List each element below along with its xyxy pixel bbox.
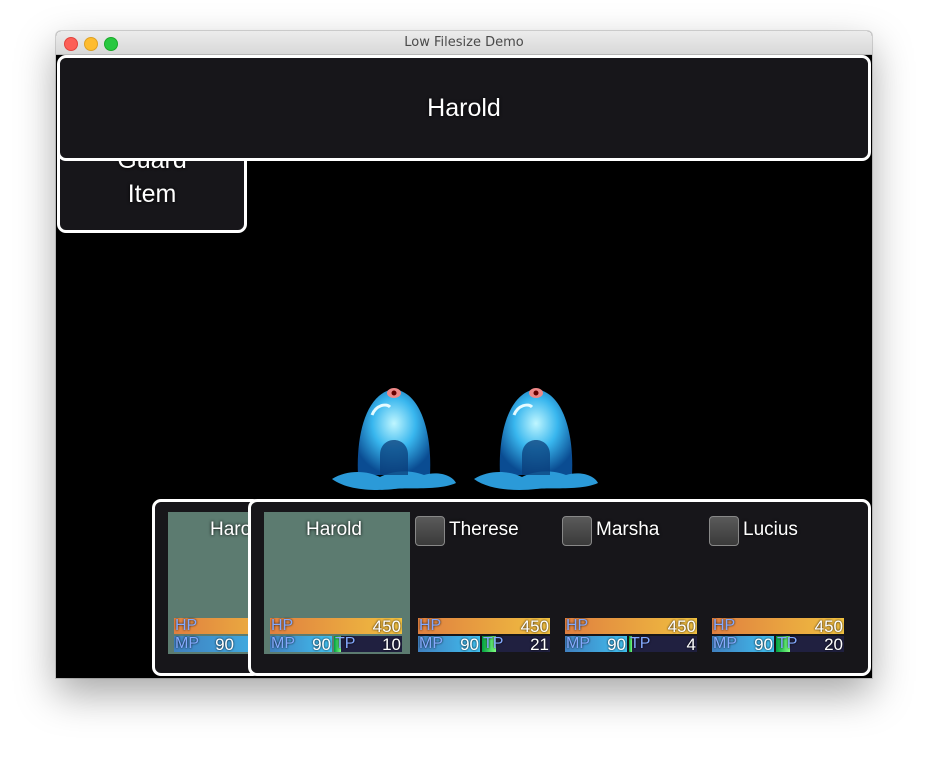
tp-label: TP bbox=[630, 635, 651, 652]
hp-gauge: HP 450 bbox=[418, 617, 550, 636]
tp-gauge: TP 10 bbox=[334, 635, 402, 654]
window-title: Low Filesize Demo bbox=[404, 35, 524, 50]
mp-label: MP bbox=[419, 635, 443, 652]
back-hp-label: HP bbox=[175, 617, 198, 634]
game-window: Low Filesize Demo Harold Guard Item bbox=[56, 31, 872, 678]
tp-value: 4 bbox=[686, 635, 696, 654]
actor-name: Therese bbox=[449, 519, 519, 540]
hp-gauge: HP 450 bbox=[270, 617, 402, 636]
mp-label: MP bbox=[713, 635, 737, 652]
actor-name: Marsha bbox=[596, 519, 660, 540]
actor-name: Lucius bbox=[743, 519, 798, 540]
tp-gauge: TP 21 bbox=[482, 635, 550, 654]
back-mp-value: 90 bbox=[215, 635, 234, 654]
mp-value: 90 bbox=[607, 635, 626, 654]
party-status-window-back: Haro HP MP 90 bbox=[152, 499, 314, 676]
tp-gauge: TP 20 bbox=[776, 635, 844, 654]
hp-value: 450 bbox=[667, 617, 696, 636]
actor-status-lucius[interactable]: Lucius HP 450 MP 90 TP 20 bbox=[706, 512, 846, 657]
mp-gauge: MP 90 bbox=[418, 635, 480, 654]
hp-label: HP bbox=[713, 617, 736, 634]
tp-gauge: TP 4 bbox=[629, 635, 697, 654]
mp-label: MP bbox=[271, 635, 295, 652]
tp-value: 21 bbox=[530, 635, 549, 654]
back-mp-label: MP bbox=[175, 635, 199, 652]
mp-value: 90 bbox=[754, 635, 773, 654]
slime-enemy-2[interactable] bbox=[470, 375, 602, 491]
mp-gauge: MP 90 bbox=[270, 635, 332, 654]
hp-value: 450 bbox=[520, 617, 549, 636]
actor-status-therese[interactable]: Therese HP 450 MP 90 TP 21 bbox=[412, 512, 552, 657]
mp-value: 90 bbox=[312, 635, 331, 654]
actor-face bbox=[562, 516, 592, 546]
tp-label: TP bbox=[483, 635, 504, 652]
tp-label: TP bbox=[335, 635, 356, 652]
hp-label: HP bbox=[566, 617, 589, 634]
hp-label: HP bbox=[271, 617, 294, 634]
mp-label: MP bbox=[566, 635, 590, 652]
slime-enemy-1[interactable] bbox=[328, 375, 460, 491]
title-bar: Low Filesize Demo bbox=[56, 31, 872, 55]
mp-value: 90 bbox=[460, 635, 479, 654]
party-status-window: Harold HP 450 MP 90 TP 10 Therese HP 450… bbox=[248, 499, 871, 676]
hp-gauge: HP 450 bbox=[712, 617, 844, 636]
actor-status-marsha[interactable]: Marsha HP 450 MP 90 TP 4 bbox=[559, 512, 699, 657]
actor-face bbox=[709, 516, 739, 546]
tp-label: TP bbox=[777, 635, 798, 652]
tp-value: 10 bbox=[382, 635, 401, 654]
hp-gauge: HP 450 bbox=[565, 617, 697, 636]
actor-status-harold[interactable]: Harold HP 450 MP 90 TP 10 bbox=[264, 512, 410, 657]
help-actor-name: Harold bbox=[427, 94, 501, 122]
command-item[interactable]: Item bbox=[60, 180, 244, 209]
help-window: Harold bbox=[57, 55, 871, 161]
hp-value: 450 bbox=[814, 617, 843, 636]
actor-face bbox=[415, 516, 445, 546]
actor-name: Harold bbox=[306, 519, 362, 540]
hp-label: HP bbox=[419, 617, 442, 634]
battle-scene[interactable]: Harold Guard Item bbox=[56, 55, 872, 678]
hp-value: 450 bbox=[372, 617, 401, 636]
mp-gauge: MP 90 bbox=[565, 635, 627, 654]
back-actor-name: Haro bbox=[210, 519, 252, 540]
mp-gauge: MP 90 bbox=[712, 635, 774, 654]
tp-value: 20 bbox=[824, 635, 843, 654]
